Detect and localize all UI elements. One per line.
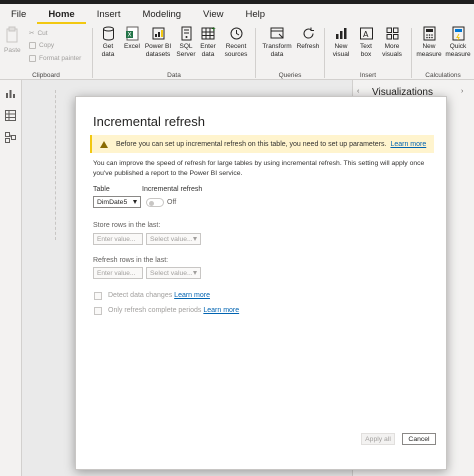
paste-button[interactable]: Paste [4,26,21,55]
tab-file[interactable]: File [0,4,37,24]
sql-server-button[interactable]: SQL Server [175,26,197,59]
copy-icon [29,42,36,49]
new-measure-button[interactable]: New measure [416,26,442,59]
data-group-label: Data [167,72,181,79]
chart-icon [334,26,349,41]
text-box-icon: A [359,26,374,41]
clipboard-group: Paste ✂ Cut Copy Format painter Clipboar… [0,24,92,80]
power-bi-datasets-button[interactable]: Power BI datasets [143,26,173,59]
svg-text:X: X [127,32,131,39]
dataset-icon [151,26,166,41]
excel-icon: X [125,26,140,41]
sql-server-icon [179,26,194,41]
detect-changes-learn-more-link[interactable]: Learn more [174,292,210,299]
tab-modeling[interactable]: Modeling [131,4,192,24]
complete-periods-label: Only refresh complete periods Learn more [108,307,240,314]
transform-data-button[interactable]: Transform data [259,26,295,59]
description-text: You can improve the speed of refresh for… [93,160,425,177]
complete-periods-learn-more-link[interactable]: Learn more [203,307,239,314]
get-data-button[interactable]: Get data [97,26,119,59]
model-view-icon[interactable] [5,130,16,143]
complete-periods-checkbox[interactable] [94,307,102,315]
tab-insert[interactable]: Insert [86,4,132,24]
incremental-refresh-label: Incremental refresh [142,186,203,193]
refresh-button[interactable]: Refresh [294,26,322,51]
queries-group-label: Queries [278,72,302,79]
detect-changes-checkbox[interactable] [94,292,102,300]
warning-banner: Before you can set up incremental refres… [90,135,434,153]
tab-home[interactable]: Home [37,4,86,24]
chevron-left-icon[interactable]: ‹ [357,88,359,95]
copy-button[interactable]: Copy [29,42,54,49]
more-visuals-button[interactable]: More visuals [377,26,407,59]
quick-measure-button[interactable]: Quick measure [443,26,473,59]
refresh-icon [301,26,316,41]
store-unit-select[interactable]: Select value... [146,233,201,245]
cut-button[interactable]: ✂ Cut [29,29,48,38]
calculator-icon [422,26,437,41]
report-view-icon[interactable] [5,86,16,98]
paste-icon [5,26,20,43]
incremental-refresh-toggle[interactable] [146,198,164,207]
calculations-group-label: Calculations [425,72,461,79]
pane-edge [447,96,460,470]
tab-view[interactable]: View [192,4,234,24]
clock-icon [229,26,244,41]
detect-changes-label: Detect data changes Learn more [108,292,210,299]
warning-icon [100,140,108,148]
view-switcher-bar [0,80,22,476]
warning-learn-more-link[interactable]: Learn more [390,141,426,148]
svg-text:+: + [211,26,216,33]
enter-data-button[interactable]: + Enter data [197,26,219,59]
canvas-guide-line [55,90,56,240]
new-visual-button[interactable]: New visual [328,26,354,59]
recent-sources-button[interactable]: Recent sources [221,26,251,59]
cancel-button[interactable]: Cancel [402,433,436,445]
data-group: Get data X Excel Power BI datasets SQL S… [93,24,255,80]
toggle-state-label: Off [167,199,177,206]
chevron-down-icon [193,271,197,275]
apply-all-button[interactable]: Apply all [361,433,395,445]
excel-button[interactable]: X Excel [121,26,143,51]
dialog-title: Incremental refresh [93,114,205,129]
clipboard-group-label: Clipboard [32,72,60,79]
more-visuals-icon [385,26,400,41]
transform-icon [270,26,285,41]
chevron-down-icon [193,237,197,241]
ribbon: Paste ✂ Cut Copy Format painter Clipboar… [0,24,474,80]
scissors-icon: ✂ [29,30,35,37]
chevron-down-icon [133,200,137,204]
data-view-icon[interactable] [5,108,16,121]
warning-text: Before you can set up incremental refres… [116,140,387,148]
chevron-right-icon[interactable]: › [461,88,463,95]
quick-measure-icon [451,26,466,41]
text-box-button[interactable]: A Text box [355,26,377,59]
store-rows-label: Store rows in the last: [93,222,161,229]
store-value-input[interactable]: Enter value... [93,233,143,245]
insert-group-label: Insert [359,72,377,79]
incremental-refresh-dialog: Incremental refresh Before you can set u… [75,96,447,470]
table-select[interactable]: DimDate5 [93,196,141,208]
database-icon [101,26,116,41]
refresh-value-input[interactable]: Enter value... [93,267,143,279]
table-label: Table [93,186,110,193]
svg-text:A: A [363,30,369,39]
tab-help[interactable]: Help [234,4,276,24]
queries-group: Transform data Refresh Queries [256,24,324,80]
table-grid-icon: + [201,26,216,41]
format-painter-icon [29,55,36,62]
insert-group: New visual A Text box More visuals Inser… [325,24,411,80]
menu-bar: File Home Insert Modeling View Help [0,4,474,24]
refresh-rows-label: Refresh rows in the last: [93,257,169,264]
calculations-group: New measure Quick measure Calculations [412,24,474,80]
refresh-unit-select[interactable]: Select value... [146,267,201,279]
format-painter-button[interactable]: Format painter [29,55,81,62]
